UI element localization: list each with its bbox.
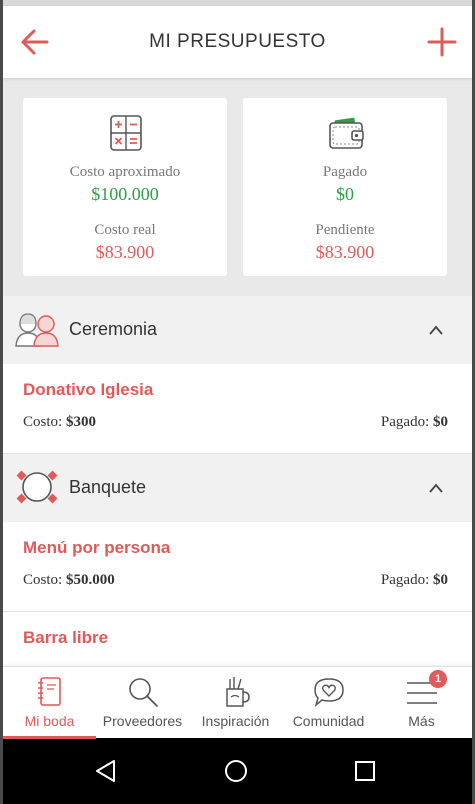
wallet-icon [329, 117, 364, 149]
nav-label: Inspiración [201, 713, 270, 729]
calculator-icon [110, 115, 142, 151]
plus-icon[interactable] [424, 24, 460, 60]
notebook-icon [37, 677, 61, 706]
back-triangle-icon[interactable] [91, 756, 121, 786]
nav-label: Comunidad [292, 713, 365, 729]
notification-badge: 1 [429, 670, 447, 688]
nav-inspiracion[interactable]: Inspiración [189, 667, 282, 739]
section-title: Ceremonia [69, 319, 158, 339]
nav-label: Más [408, 713, 435, 729]
search-icon [128, 678, 158, 707]
table-icon [16, 470, 58, 504]
nav-mas[interactable]: Más [375, 667, 468, 739]
chevron-up-icon[interactable] [428, 324, 444, 336]
nav-proveedores[interactable]: Proveedores [96, 667, 189, 739]
estimate-card: Costo aproximado $100.000 Costo real $83… [23, 98, 227, 276]
budget-summary: Costo aproximado $100.000 Costo real $83… [3, 78, 472, 296]
budget-item[interactable]: Barra libre [3, 612, 472, 666]
paid-value: $0 [336, 184, 354, 204]
app-screen: MI PRESUPUESTO Costo aproximado $100.000… [3, 0, 472, 804]
chat-heart-icon [313, 678, 344, 708]
inspiration-icon [225, 677, 250, 707]
approx-cost-value: $100.000 [91, 184, 159, 204]
item-name: Barra libre [23, 628, 109, 647]
couple-icon [15, 313, 59, 347]
pending-label: Pendiente [315, 222, 375, 238]
budget-item[interactable]: Donativo Iglesia Costo: $300 Pagado: $0 [3, 364, 472, 454]
section-ceremonia[interactable]: Ceremonia [3, 296, 472, 364]
item-name: Donativo Iglesia [23, 380, 154, 399]
recents-square-icon[interactable] [350, 756, 380, 786]
budget-item[interactable]: Menú por persona Costo: $50.000 Pagado: … [3, 522, 472, 612]
nav-label: Proveedores [102, 713, 183, 729]
paid-label: Pagado [322, 164, 368, 180]
nav-mi-boda[interactable]: Mi boda [3, 667, 96, 739]
item-paid: Pagado: $0 [380, 414, 448, 430]
nav-comunidad[interactable]: Comunidad [282, 667, 375, 739]
page-title: MI PRESUPUESTO [149, 31, 326, 52]
system-navigation-bar [3, 738, 472, 804]
item-name: Menú por persona [23, 538, 171, 557]
bottom-navigation: Mi boda Proveedores Inspiración Comunida… [3, 666, 472, 739]
app-bar: MI PRESUPUESTO [3, 6, 472, 78]
payment-card: Pagado $0 Pendiente $83.900 [243, 98, 447, 276]
item-cost: Costo: $300 [23, 414, 96, 430]
home-circle-icon[interactable] [221, 756, 251, 786]
item-paid: Pagado: $0 [380, 572, 448, 588]
pending-value: $83.900 [315, 242, 375, 262]
active-indicator [3, 736, 96, 739]
section-banquete[interactable]: Banquete [3, 454, 472, 522]
item-cost: Costo: $50.000 [23, 572, 115, 588]
approx-cost-label: Costo aproximado [69, 164, 181, 180]
real-cost-label: Costo real [94, 222, 156, 238]
chevron-up-icon[interactable] [428, 482, 444, 494]
nav-label: Mi boda [24, 713, 75, 729]
real-cost-value: $83.900 [95, 242, 155, 262]
section-title: Banquete [69, 477, 147, 497]
budget-content[interactable]: Costo aproximado $100.000 Costo real $83… [3, 78, 472, 666]
